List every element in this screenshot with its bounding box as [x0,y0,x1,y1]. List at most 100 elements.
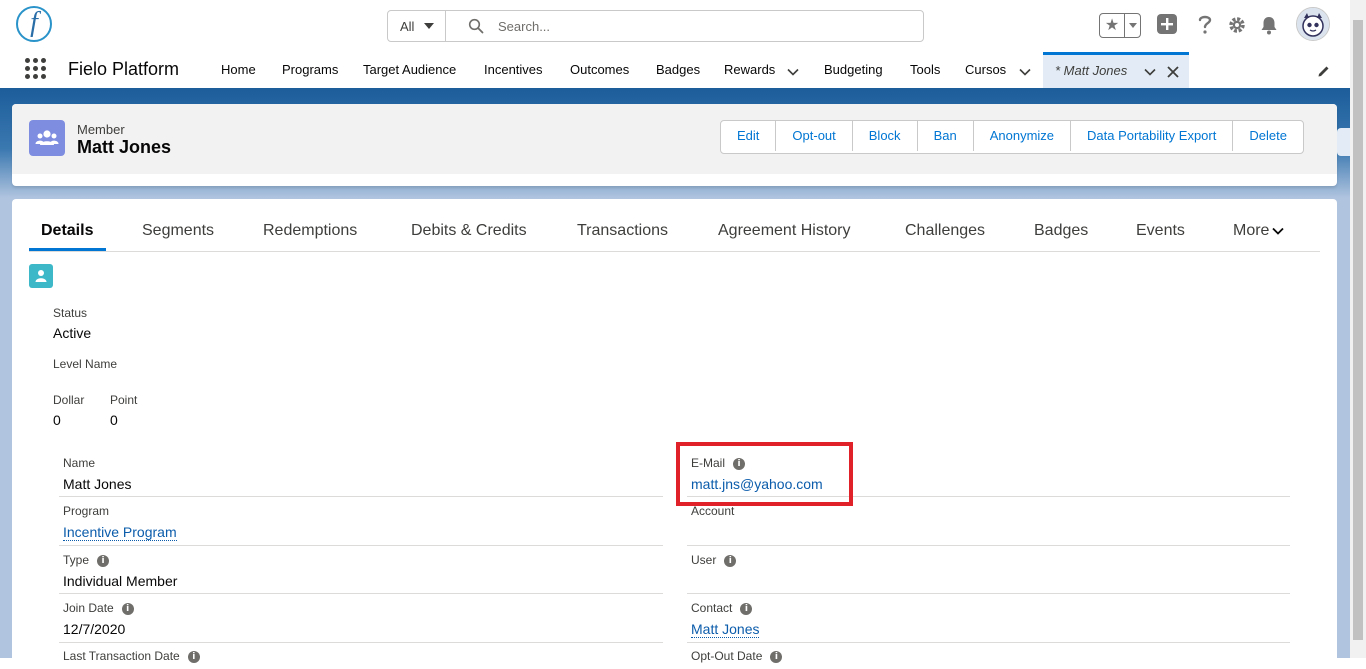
cursos-chevron-down-icon[interactable] [1018,65,1032,79]
app-nav-bar: Fielo Platform Home Programs Target Audi… [0,52,1350,88]
global-header: f All Search... ★ [0,0,1350,52]
nav-tab-label: * Matt Jones [1055,63,1128,78]
field-divider [59,642,663,643]
record-detail-card: Details Segments Redemptions Debits & Cr… [12,199,1337,669]
tab-details[interactable]: Details [41,222,93,240]
nav-tab-matt-jones[interactable]: * Matt Jones [1043,52,1189,88]
member-record-icon [29,120,65,156]
info-icon[interactable]: i [121,602,134,615]
info-icon[interactable]: i [97,554,110,567]
info-icon[interactable]: i [740,602,753,615]
nav-item-programs[interactable]: Programs [282,62,338,77]
program-link[interactable]: Incentive Program [63,524,177,541]
fielo-logo[interactable]: f [16,6,52,42]
anonymize-button[interactable]: Anonymize [974,121,1072,151]
global-search[interactable]: All Search... [387,10,924,42]
tab-close-icon[interactable] [1166,65,1180,79]
last-transaction-label-text: Last Transaction Date [63,649,180,663]
record-highlights-panel: Member Matt Jones Edit Opt-out Block Ban… [12,104,1337,186]
join-date-label: Join Date i [63,601,134,615]
point-value: 0 [110,412,118,428]
nav-item-badges[interactable]: Badges [656,62,700,77]
name-label: Name [63,456,96,470]
contact-link[interactable]: Matt Jones [691,621,760,638]
record-tabs: Details Segments Redemptions Debits & Cr… [29,199,1320,252]
favorites-button-group[interactable]: ★ [1099,13,1141,38]
info-icon[interactable]: i [770,650,783,663]
global-add-icon[interactable] [1157,14,1177,34]
search-input[interactable]: Search... [498,19,550,34]
contact-label: Contact i [691,601,753,615]
field-divider [687,593,1290,594]
data-portability-export-button[interactable]: Data Portability Export [1071,121,1234,151]
search-scope-label: All [400,18,415,34]
field-divider [687,545,1290,546]
search-icon [468,18,484,34]
block-button[interactable]: Block [853,121,918,151]
more-chevron-down-icon [1272,227,1285,235]
tab-more-label: More [1233,222,1270,239]
utility-side-tab[interactable] [1337,128,1350,156]
user-label-text: User [691,553,717,567]
edit-nav-pencil-icon[interactable] [1316,63,1332,79]
astro-avatar-icon [1297,8,1329,40]
tab-redemptions[interactable]: Redemptions [263,222,357,240]
notifications-bell-icon[interactable] [1259,14,1279,36]
help-icon[interactable] [1196,14,1214,36]
name-value: Matt Jones [63,476,132,492]
contact-record-icon [29,264,53,288]
setup-gear-icon[interactable] [1227,14,1247,36]
point-label: Point [110,393,138,407]
delete-button[interactable]: Delete [1233,121,1303,151]
join-date-value: 12/7/2020 [63,621,126,637]
nav-item-outcomes[interactable]: Outcomes [570,62,629,77]
nav-item-cursos[interactable]: Cursos [965,62,1006,77]
level-name-label: Level Name [53,357,118,371]
email-highlight-box [676,442,853,506]
search-scope-dropdown[interactable]: All [388,11,446,41]
field-divider [59,593,663,594]
tab-debits-credits[interactable]: Debits & Credits [411,222,527,240]
chevron-down-icon [424,23,435,29]
contact-label-text: Contact [691,601,733,615]
app-name: Fielo Platform [68,59,180,79]
tab-more[interactable]: More [1233,222,1285,240]
last-transaction-date-label: Last Transaction Date i [63,649,200,663]
opt-out-button[interactable]: Opt-out [776,121,853,151]
tab-agreement-history[interactable]: Agreement History [718,222,851,240]
tab-chevron-down-icon[interactable] [1143,65,1157,79]
nav-item-target-audience[interactable]: Target Audience [363,62,456,77]
nav-item-budgeting[interactable]: Budgeting [824,62,883,77]
scrollbar-thumb[interactable] [1353,20,1363,640]
join-date-label-text: Join Date [63,601,114,615]
account-label: Account [691,504,735,518]
tab-challenges[interactable]: Challenges [905,222,985,240]
rewards-chevron-down-icon[interactable] [786,65,800,79]
tab-badges[interactable]: Badges [1034,222,1088,240]
favorites-dropdown-icon[interactable] [1125,23,1140,28]
record-title: Matt Jones [77,137,172,157]
info-icon[interactable]: i [187,650,200,663]
opt-out-label-text: Opt-Out Date [691,649,763,663]
info-icon[interactable]: i [724,554,737,567]
nav-item-rewards[interactable]: Rewards [724,62,775,77]
nav-item-tools[interactable]: Tools [910,62,940,77]
app-launcher-icon[interactable] [25,58,47,80]
tab-segments[interactable]: Segments [142,222,214,240]
dollar-label: Dollar [53,393,85,407]
group-people-icon [35,130,59,145]
favorites-star-icon[interactable]: ★ [1100,14,1125,37]
field-divider [687,642,1290,643]
active-tab-indicator [29,248,106,251]
edit-button[interactable]: Edit [721,121,777,151]
tab-events[interactable]: Events [1136,222,1185,240]
nav-item-incentives[interactable]: Incentives [484,62,543,77]
nav-item-home[interactable]: Home [221,62,256,77]
user-label: User i [691,553,737,567]
type-label-text: Type [63,553,90,567]
tab-transactions[interactable]: Transactions [577,222,668,240]
type-value: Individual Member [63,573,178,589]
user-avatar[interactable] [1296,7,1330,41]
dollar-value: 0 [53,412,61,428]
ban-button[interactable]: Ban [918,121,974,151]
